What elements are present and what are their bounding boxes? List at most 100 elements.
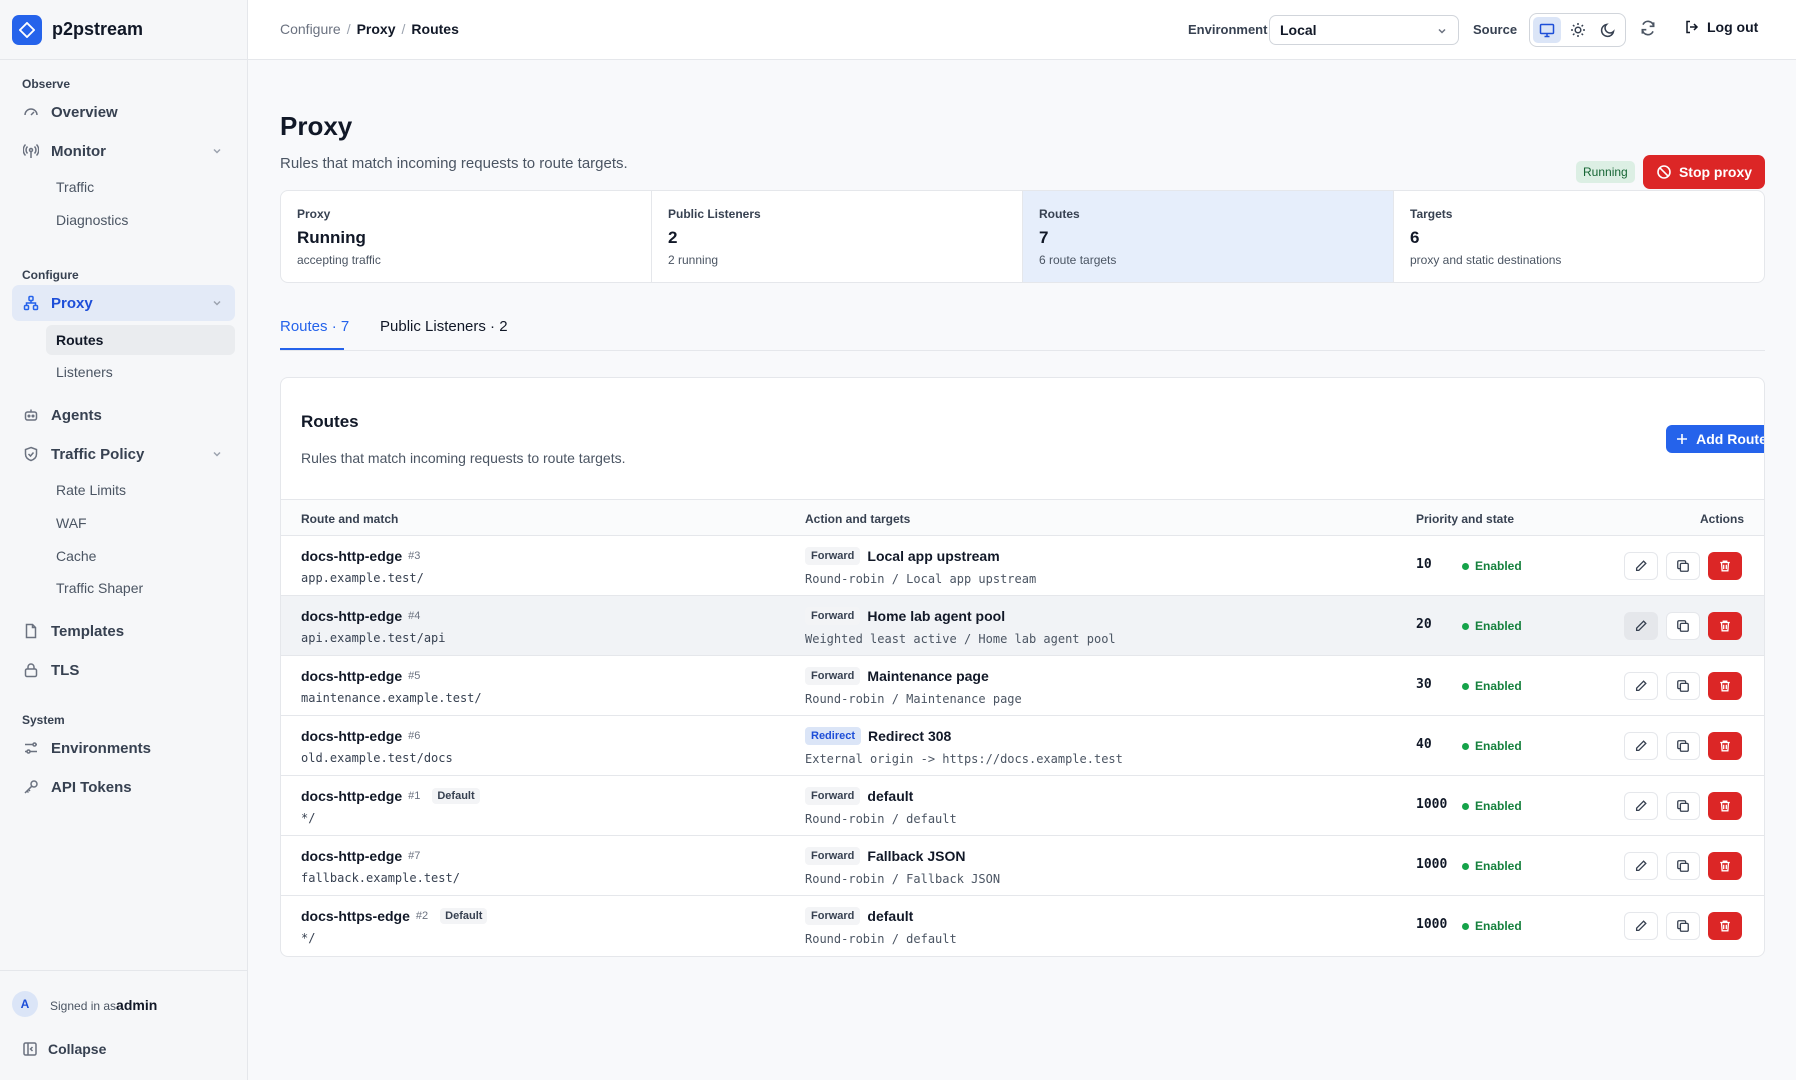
- delete-button[interactable]: [1708, 792, 1742, 820]
- copy-icon: [1676, 799, 1690, 813]
- avatar[interactable]: A: [12, 991, 38, 1017]
- topbar: Configure / Proxy / Routes Environment L…: [248, 0, 1796, 60]
- state-label: Enabled: [1475, 799, 1522, 813]
- stat-routes[interactable]: Routes 7 6 route targets: [1023, 191, 1394, 282]
- route-name: docs-https-edge: [301, 908, 410, 924]
- sidebar-item-label: Agents: [51, 406, 102, 424]
- environment-select[interactable]: Local: [1269, 15, 1459, 45]
- sidebar-item-agents[interactable]: Agents: [12, 397, 235, 433]
- table-row[interactable]: docs-http-edge #4 api.example.test/api F…: [281, 596, 1764, 656]
- sidebar-item-monitor[interactable]: Monitor: [12, 133, 235, 169]
- stat-targets[interactable]: Targets 6 proxy and static destinations: [1394, 191, 1764, 282]
- sidebar-item-label: Monitor: [51, 142, 106, 160]
- moon-icon[interactable]: [1594, 17, 1622, 43]
- sidebar-item-cache[interactable]: Cache: [46, 541, 235, 571]
- duplicate-button[interactable]: [1666, 552, 1700, 580]
- route-priority: 30: [1416, 677, 1432, 692]
- delete-button[interactable]: [1708, 912, 1742, 940]
- edit-button[interactable]: [1624, 792, 1658, 820]
- monitor-icon[interactable]: [1533, 17, 1561, 43]
- tab-routes[interactable]: Routes · 7: [280, 318, 349, 335]
- breadcrumb-proxy[interactable]: Proxy: [357, 21, 396, 37]
- tab-public-listeners[interactable]: Public Listeners · 2: [380, 318, 508, 335]
- sun-icon[interactable]: [1564, 17, 1592, 43]
- route-name-line: docs-http-edge #5: [301, 668, 420, 684]
- stat-label: Targets: [1410, 207, 1453, 221]
- stat-note: accepting traffic: [297, 253, 381, 267]
- sidebar-item-tls[interactable]: TLS: [12, 652, 235, 688]
- route-id: #4: [408, 610, 421, 622]
- action-target: Home lab agent pool: [867, 608, 1006, 624]
- route-match: */: [301, 811, 316, 825]
- action-description: Round-robin / Maintenance page: [805, 692, 1022, 706]
- delete-button[interactable]: [1708, 672, 1742, 700]
- edit-button[interactable]: [1624, 732, 1658, 760]
- table-row[interactable]: docs-https-edge #2 Default */ Forward de…: [281, 896, 1764, 956]
- logout-button[interactable]: Log out: [1684, 19, 1758, 35]
- sidebar-item-traffic[interactable]: Traffic: [46, 172, 235, 202]
- stat-note: 2 running: [668, 253, 719, 267]
- sidebar-item-rate-limits[interactable]: Rate Limits: [46, 475, 235, 505]
- table-row[interactable]: docs-http-edge #5 maintenance.example.te…: [281, 656, 1764, 716]
- delete-button[interactable]: [1708, 732, 1742, 760]
- route-id: #1: [408, 790, 421, 802]
- add-route-label: Add Route: [1696, 431, 1765, 447]
- trash-icon: [1718, 619, 1732, 633]
- table-row[interactable]: docs-http-edge #6 old.example.test/docs …: [281, 716, 1764, 776]
- edit-button[interactable]: [1624, 612, 1658, 640]
- edit-button[interactable]: [1624, 552, 1658, 580]
- delete-button[interactable]: [1708, 852, 1742, 880]
- sidebar-item-traffic-shaper[interactable]: Traffic Shaper: [46, 573, 235, 603]
- edit-button[interactable]: [1624, 852, 1658, 880]
- trash-icon: [1718, 859, 1732, 873]
- sidebar-item-listeners[interactable]: Listeners: [46, 357, 235, 387]
- duplicate-button[interactable]: [1666, 672, 1700, 700]
- column-header: Priority and state: [1416, 512, 1515, 526]
- signed-in-text: Signed in asadmin: [50, 997, 157, 1013]
- delete-button[interactable]: [1708, 612, 1742, 640]
- table-row[interactable]: docs-http-edge #7 fallback.example.test/…: [281, 836, 1764, 896]
- route-name: docs-http-edge: [301, 728, 403, 744]
- sidebar-item-traffic-policy[interactable]: Traffic Policy: [12, 436, 235, 472]
- table-row[interactable]: docs-http-edge #3 app.example.test/ Forw…: [281, 536, 1764, 596]
- stat-public-listeners[interactable]: Public Listeners 2 2 running: [652, 191, 1023, 282]
- route-priority: 20: [1416, 617, 1432, 632]
- duplicate-button[interactable]: [1666, 912, 1700, 940]
- sidebar-item-api-tokens[interactable]: API Tokens: [12, 769, 235, 805]
- sidebar-item-waf[interactable]: WAF: [46, 508, 235, 538]
- action-line: Forward Home lab agent pool: [805, 607, 1005, 625]
- action-kind-badge: Forward: [805, 787, 861, 805]
- edit-button[interactable]: [1624, 672, 1658, 700]
- sidebar-item-label: Overview: [51, 103, 118, 121]
- duplicate-button[interactable]: [1666, 612, 1700, 640]
- breadcrumb-configure[interactable]: Configure: [280, 21, 341, 37]
- route-name: docs-http-edge: [301, 788, 403, 804]
- stat-value: 7: [1039, 228, 1049, 247]
- sliders-icon: [22, 739, 40, 757]
- route-id: #3: [408, 550, 421, 562]
- brand[interactable]: p2pstream: [0, 0, 247, 60]
- route-name: docs-http-edge: [301, 848, 403, 864]
- sidebar-item-proxy[interactable]: Proxy: [12, 285, 235, 321]
- duplicate-button[interactable]: [1666, 792, 1700, 820]
- sidebar-item-overview[interactable]: Overview: [12, 94, 235, 130]
- table-row[interactable]: docs-http-edge #1 Default */ Forward def…: [281, 776, 1764, 836]
- delete-button[interactable]: [1708, 552, 1742, 580]
- breadcrumb-separator: /: [346, 21, 351, 37]
- duplicate-button[interactable]: [1666, 852, 1700, 880]
- column-header: Route and match: [301, 512, 399, 526]
- edit-button[interactable]: [1624, 912, 1658, 940]
- sidebar-item-label: Traffic Policy: [51, 445, 145, 463]
- action-line: Forward default: [805, 907, 913, 925]
- refresh-icon[interactable]: [1639, 19, 1657, 37]
- collapse-button[interactable]: Collapse: [22, 1041, 106, 1057]
- add-route-button[interactable]: Add Route: [1666, 425, 1765, 453]
- stop-proxy-button[interactable]: Stop proxy: [1643, 155, 1765, 189]
- key-icon: [22, 778, 40, 796]
- duplicate-button[interactable]: [1666, 732, 1700, 760]
- sidebar-item-diagnostics[interactable]: Diagnostics: [46, 205, 235, 235]
- sidebar-item-environments[interactable]: Environments: [12, 730, 235, 766]
- route-priority: 10: [1416, 557, 1432, 572]
- sidebar-item-templates[interactable]: Templates: [12, 613, 235, 649]
- sidebar-item-routes[interactable]: Routes: [46, 325, 235, 355]
